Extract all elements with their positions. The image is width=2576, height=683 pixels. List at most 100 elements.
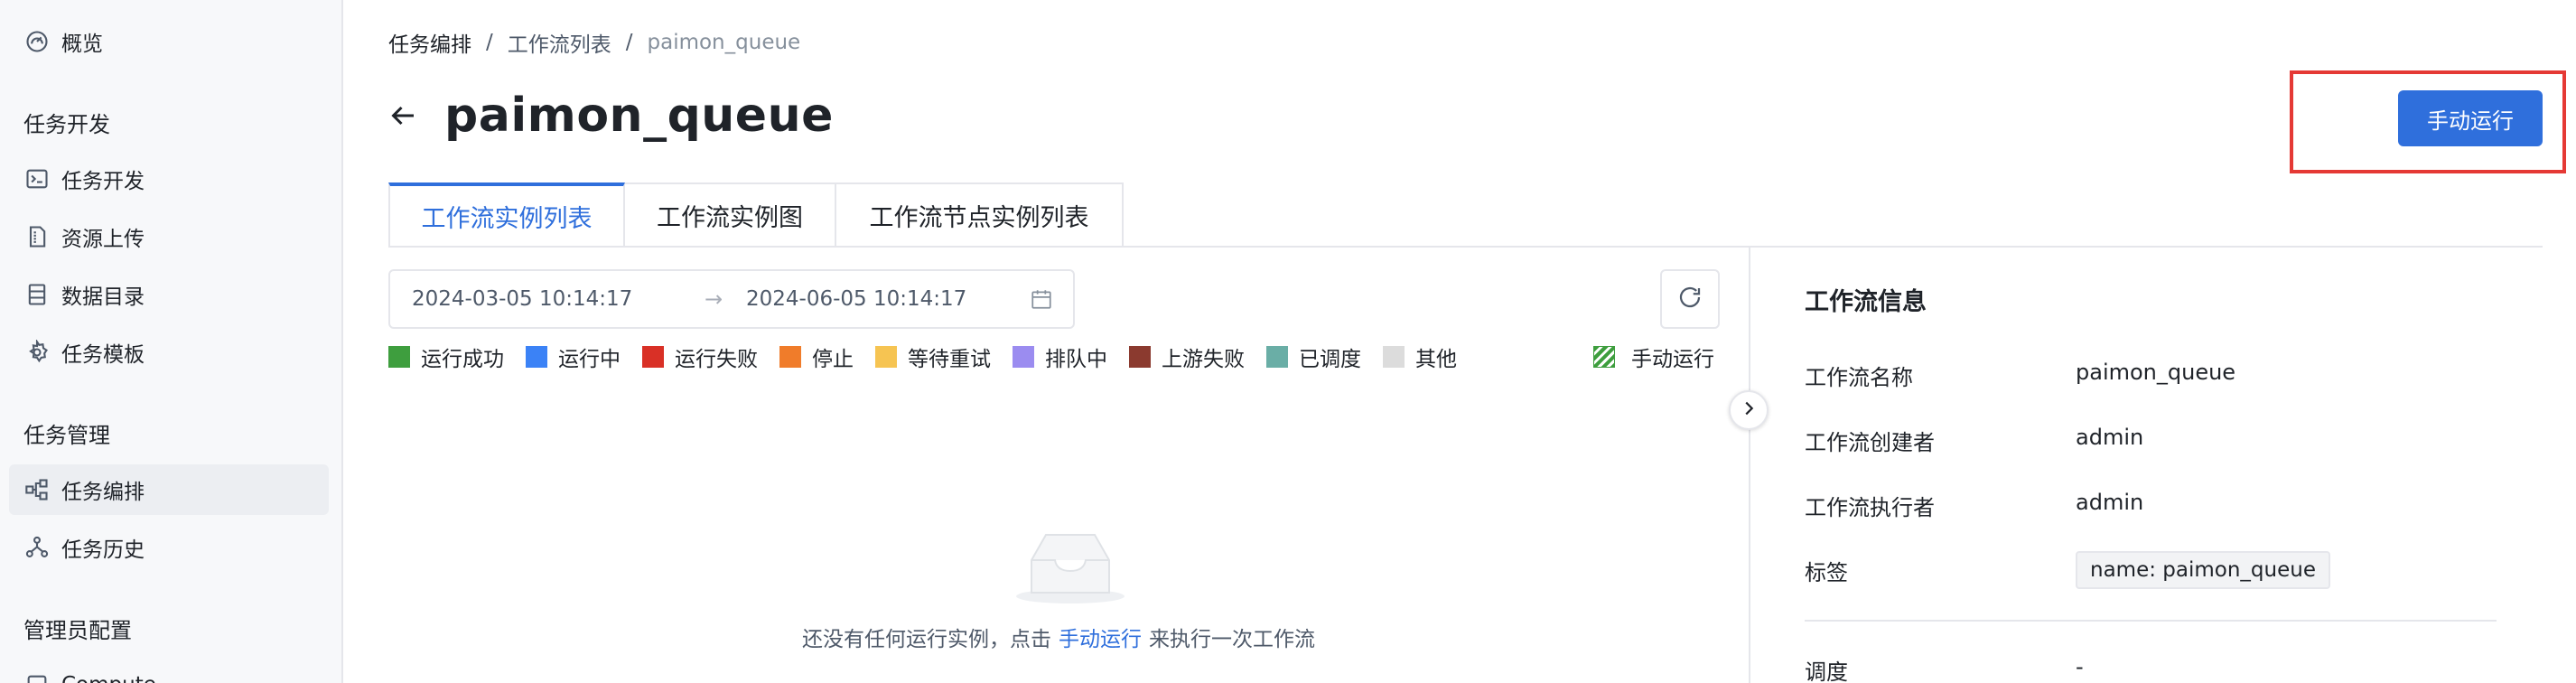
dashboard-icon: [23, 28, 51, 55]
manual-run-button[interactable]: 手动运行: [2398, 90, 2543, 146]
sidebar-item-task-orchestration[interactable]: 任务编排: [9, 464, 329, 515]
info-name-value: paimon_queue: [2076, 360, 2236, 385]
date-range-picker[interactable]: 2024-03-05 10:14:17 → 2024-06-05 10:14:1…: [388, 269, 1075, 329]
sidebar-item-label: 概览: [61, 33, 103, 56]
legend-label: 手动运行: [1631, 348, 1714, 371]
sidebar-item-task-template[interactable]: 任务模板: [9, 327, 329, 378]
legend-label: 运行中: [558, 348, 621, 371]
legend-swatch: [1266, 346, 1288, 368]
refresh-icon: [1676, 284, 1703, 314]
legend-label: 排队中: [1045, 348, 1107, 371]
legend-swatch: [1129, 346, 1151, 368]
legend-label: 停止: [812, 348, 854, 371]
legend-label: 上游失败: [1162, 348, 1245, 371]
legend-swatch: [779, 346, 801, 368]
gear-icon: [23, 339, 51, 366]
legend-label: 运行成功: [421, 348, 504, 371]
legend-item: 等待重试: [875, 342, 991, 372]
legend-swatch: [1383, 346, 1405, 368]
date-start-input[interactable]: 2024-03-05 10:14:17: [412, 287, 632, 311]
info-panel-title: 工作流信息: [1805, 288, 1927, 316]
legend-swatch: [388, 346, 410, 368]
status-legend: 运行成功 运行中 运行失败 停止 等待重试 排队中 上游失败 已调度 其他: [388, 342, 1479, 372]
breadcrumb-separator: /: [625, 31, 633, 54]
tab-bar: 工作流实例列表 工作流实例图 工作流节点实例列表: [388, 182, 1124, 248]
sidebar-group-dev: 任务开发: [23, 112, 110, 137]
inbox-empty-icon: [1012, 524, 1129, 605]
sidebar-item-data-catalog[interactable]: 数据目录: [9, 269, 329, 320]
tab-divider: [388, 246, 2543, 248]
sidebar-group-admin: 管理员配置: [23, 618, 132, 643]
sidebar-item-label: Compute: [61, 673, 156, 683]
sidebar-item-label: 资源上传: [61, 228, 145, 251]
calendar-icon: [1030, 287, 1053, 311]
legend-item: 排队中: [1013, 342, 1107, 372]
sidebar-item-label: 任务历史: [61, 538, 145, 562]
info-schedule-label: 调度: [1805, 660, 1848, 683]
legend-label: 等待重试: [908, 348, 991, 371]
date-separator: →: [705, 286, 723, 312]
sidebar-item-overview[interactable]: 概览: [9, 16, 329, 67]
legend-item: 运行成功: [388, 342, 504, 372]
table-icon: [23, 281, 51, 308]
compute-icon: [23, 671, 51, 683]
panel-toggle-button[interactable]: [1729, 390, 1769, 430]
legend-label: 其他: [1415, 348, 1457, 371]
tab-instance-graph[interactable]: 工作流实例图: [625, 182, 836, 248]
info-tag-label: 标签: [1805, 560, 1848, 585]
empty-state-prefix: 还没有任何运行实例，点击: [802, 628, 1051, 651]
sidebar-item-compute[interactable]: Compute: [9, 660, 329, 683]
sidebar-item-task-dev[interactable]: 任务开发: [9, 154, 329, 204]
sidebar-item-resource-upload[interactable]: 资源上传: [9, 211, 329, 262]
sidebar-item-label: 数据目录: [61, 285, 145, 309]
breadcrumb-item[interactable]: 任务编排: [388, 27, 471, 58]
info-schedule-value: -: [2076, 654, 2084, 679]
refresh-button[interactable]: [1660, 269, 1720, 329]
legend-item: 上游失败: [1129, 342, 1245, 372]
page-title: paimon_queue: [444, 89, 834, 143]
sidebar-item-task-history[interactable]: 任务历史: [9, 522, 329, 573]
info-creator-value: admin: [2076, 425, 2144, 450]
legend-label: 运行失败: [675, 348, 758, 371]
date-end-input[interactable]: 2024-06-05 10:14:17: [746, 287, 966, 311]
legend-swatch: [875, 346, 897, 368]
sidebar: 概览 任务开发 任务开发 资源上传 数据目录 任务模板 任务管理 任务编排 任务…: [0, 0, 343, 683]
history-icon: [23, 534, 51, 561]
breadcrumb-separator: /: [486, 31, 493, 54]
legend-label: 已调度: [1299, 348, 1361, 371]
terminal-icon: [23, 165, 51, 192]
empty-state-text: 还没有任何运行实例，点击 手动运行 来执行一次工作流: [802, 622, 1315, 652]
empty-state-run-link[interactable]: 手动运行: [1059, 622, 1142, 652]
legend-item: 运行中: [526, 342, 621, 372]
legend-item: 运行失败: [642, 342, 758, 372]
sidebar-item-label: 任务开发: [61, 170, 145, 193]
info-name-label: 工作流名称: [1805, 365, 1913, 390]
legend-item: 停止: [779, 342, 854, 372]
info-tag-value: name: paimon_queue: [2076, 551, 2330, 589]
info-creator-label: 工作流创建者: [1805, 430, 1935, 455]
chevron-right-icon: [1739, 398, 1759, 422]
sidebar-item-label: 任务编排: [61, 481, 145, 504]
breadcrumb-item[interactable]: 工作流列表: [508, 27, 611, 58]
legend-swatch: [526, 346, 547, 368]
tab-instance-list[interactable]: 工作流实例列表: [388, 182, 625, 248]
legend-swatch: [1013, 346, 1034, 368]
breadcrumb: 任务编排 / 工作流列表 / paimon_queue: [388, 27, 800, 58]
legend-item: 其他: [1383, 342, 1457, 372]
flow-icon: [23, 476, 51, 503]
sidebar-group-manage: 任务管理: [23, 423, 110, 448]
breadcrumb-current: paimon_queue: [647, 31, 801, 54]
legend-item: 已调度: [1266, 342, 1361, 372]
info-executor-label: 工作流执行者: [1805, 495, 1935, 520]
legend-swatch: [642, 346, 664, 368]
info-executor-value: admin: [2076, 490, 2144, 515]
sidebar-item-label: 任务模板: [61, 343, 145, 367]
back-arrow-icon[interactable]: [387, 99, 419, 132]
legend-hatch-swatch: [1593, 346, 1615, 368]
file-upload-icon: [23, 223, 51, 250]
info-divider: [1805, 620, 2497, 622]
panel-divider: [1749, 248, 1750, 683]
empty-state-suffix: 来执行一次工作流: [1149, 628, 1315, 651]
tab-node-instance-list[interactable]: 工作流节点实例列表: [836, 182, 1124, 248]
legend-manual-run: 手动运行: [1593, 342, 1714, 372]
